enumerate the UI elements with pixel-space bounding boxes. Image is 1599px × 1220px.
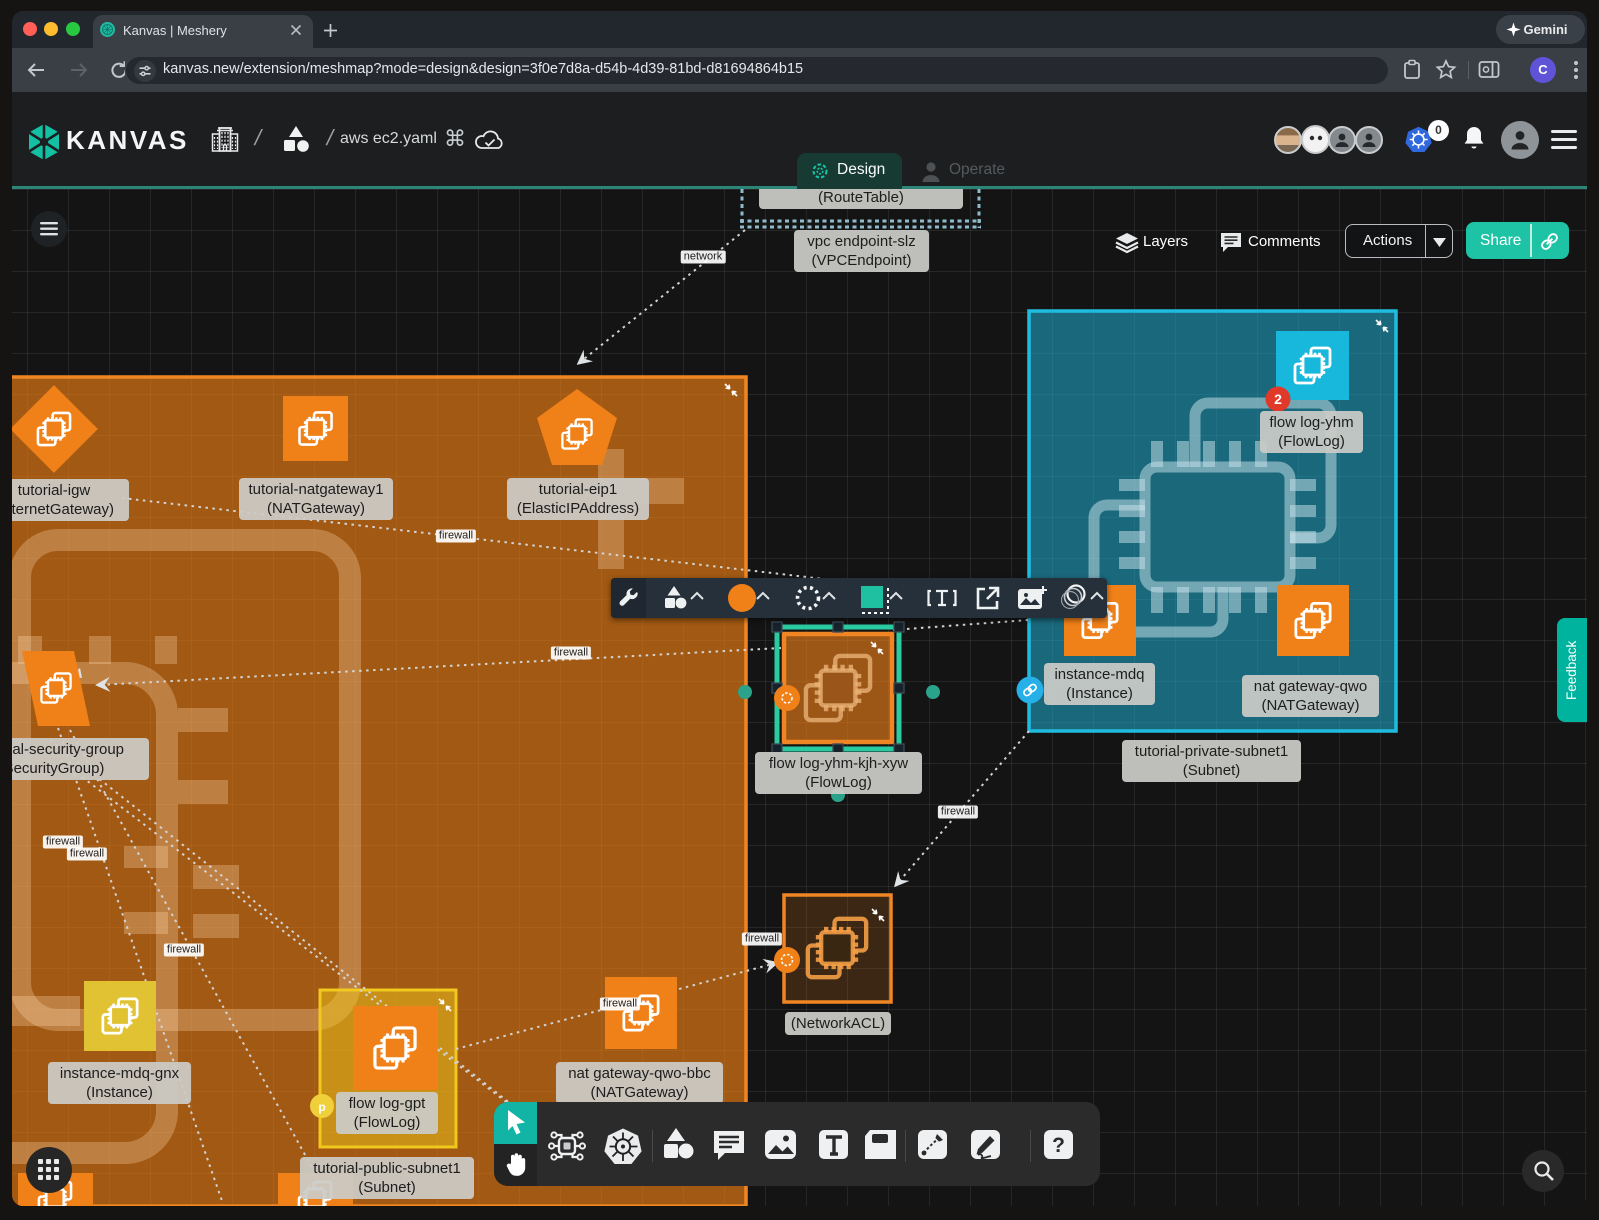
svg-text:p: p: [318, 1100, 325, 1114]
svg-text:2: 2: [1274, 391, 1282, 407]
svg-text:?: ?: [1052, 1134, 1065, 1157]
